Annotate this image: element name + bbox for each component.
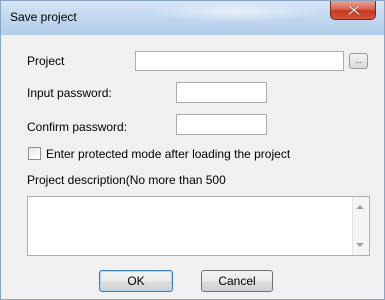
cancel-button[interactable]: Cancel: [201, 270, 273, 292]
scroll-up-arrow-icon[interactable]: [356, 205, 364, 209]
project-path-input[interactable]: [135, 51, 344, 71]
project-description-textarea[interactable]: [27, 196, 370, 256]
scroll-down-arrow-icon[interactable]: [356, 243, 364, 247]
dialog-body: Project ... Input password: Confirm pass…: [9, 35, 376, 293]
title-bar[interactable]: Save project: [1, 1, 384, 35]
protected-mode-label[interactable]: Enter protected mode after loading the p…: [46, 147, 290, 161]
input-password-field[interactable]: [176, 82, 267, 103]
close-button[interactable]: [330, 1, 376, 20]
close-icon: [348, 5, 360, 15]
title-bar-glare: [151, 1, 321, 23]
confirm-password-label: Confirm password:: [27, 120, 128, 134]
ok-button[interactable]: OK: [99, 270, 173, 292]
project-label: Project: [27, 54, 65, 68]
save-project-dialog: Save project Project ... Input password:…: [0, 0, 385, 300]
project-description-label: Project description(No more than 500: [27, 173, 226, 187]
protected-mode-checkbox[interactable]: [28, 147, 41, 160]
confirm-password-field[interactable]: [176, 114, 267, 135]
input-password-label: Input password:: [27, 86, 112, 100]
dialog-title: Save project: [10, 10, 77, 24]
description-scrollbar[interactable]: [352, 197, 369, 255]
browse-button[interactable]: ...: [349, 53, 368, 69]
